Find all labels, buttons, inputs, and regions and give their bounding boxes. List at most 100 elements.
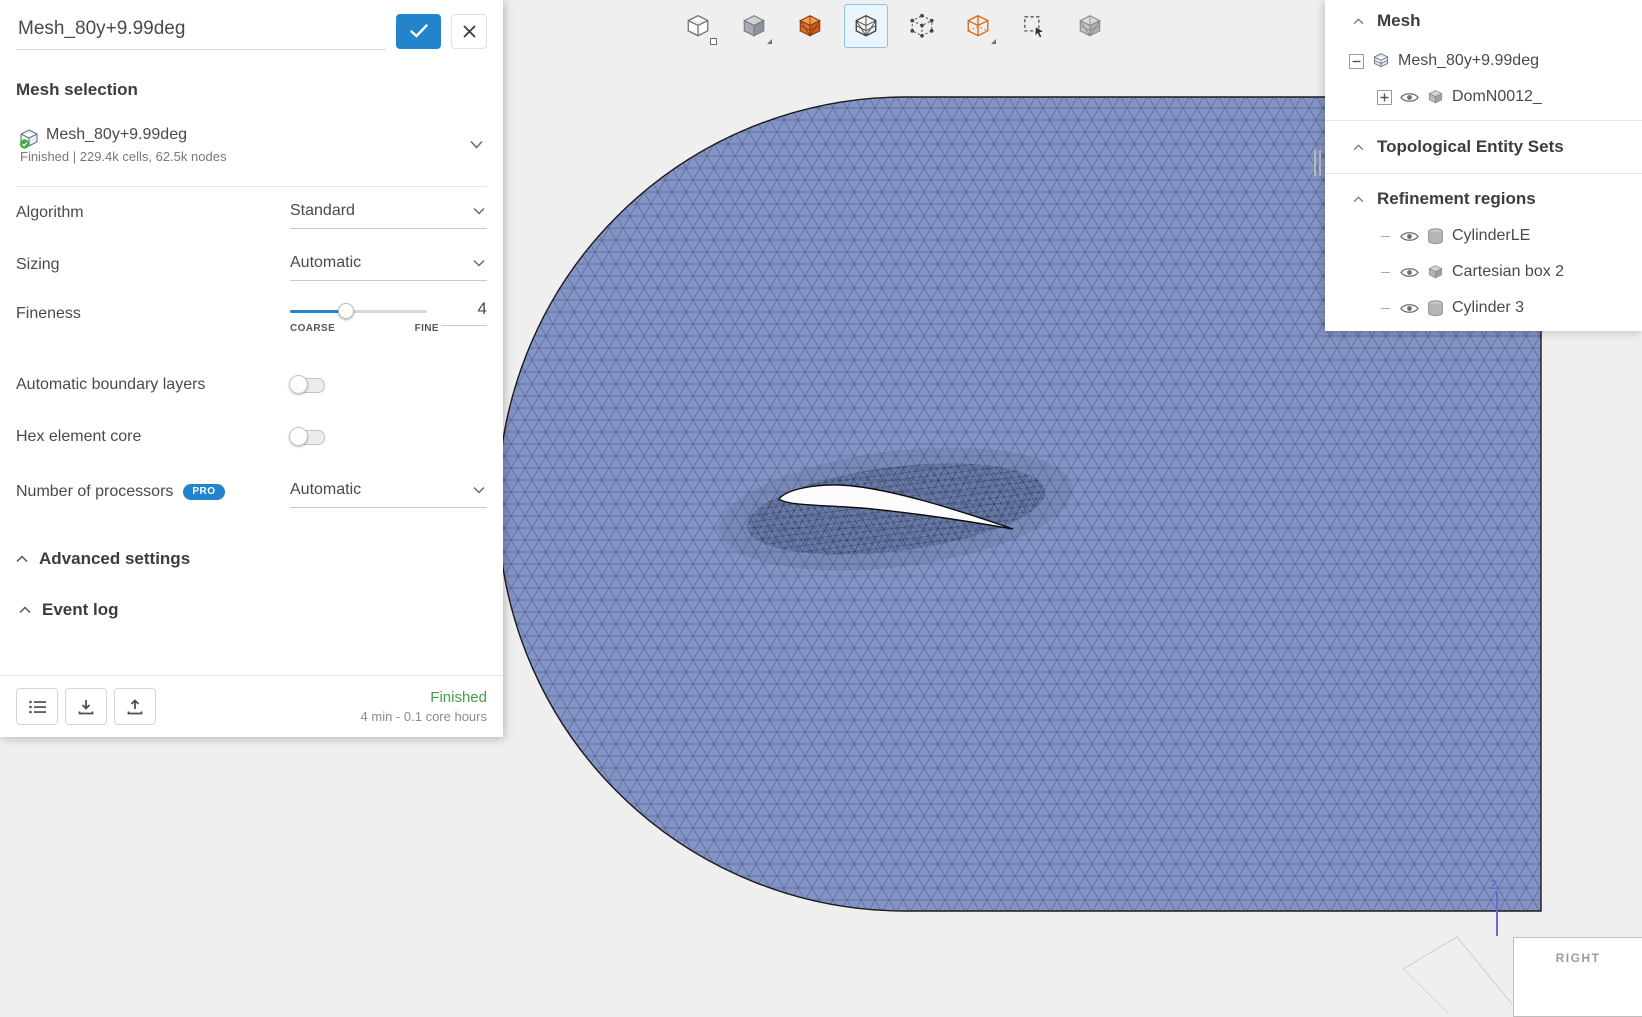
processors-select[interactable]: Automatic: [290, 476, 487, 508]
tree-header-topological[interactable]: Topological Entity Sets: [1325, 127, 1642, 167]
tree-connector: [1381, 272, 1390, 273]
close-button[interactable]: [451, 14, 487, 49]
processors-row: Number of processors PRO Automatic: [16, 463, 487, 521]
tree-header-mesh[interactable]: Mesh: [1325, 0, 1642, 42]
solid-cube-icon: [1427, 89, 1444, 106]
mesh-cube-icon: [1372, 52, 1390, 70]
region-label: CylinderLE: [1452, 227, 1530, 245]
surface-mesh-edges-view-button[interactable]: [844, 4, 888, 48]
hex-core-row: Hex element core: [16, 411, 487, 463]
download-button[interactable]: [65, 688, 107, 725]
orientation-cube-edges: [1403, 937, 1512, 1004]
advanced-settings-toggle[interactable]: Advanced settings: [16, 549, 487, 569]
visibility-eye-icon[interactable]: [1400, 302, 1419, 315]
event-log-label: Event log: [42, 600, 119, 620]
box-select-icon: [1021, 13, 1047, 39]
region-label: Cylinder 3: [1452, 299, 1524, 317]
mesh-item-meta: Finished | 229.4k cells, 62.5k nodes: [20, 149, 226, 164]
download-icon: [78, 699, 94, 715]
algorithm-label: Algorithm: [16, 204, 84, 222]
confirm-button[interactable]: [396, 14, 441, 49]
algorithm-value: Standard: [290, 202, 355, 220]
sizing-select[interactable]: Automatic: [290, 249, 487, 281]
algorithm-row: Algorithm Standard: [16, 187, 487, 239]
chevron-down-icon: [473, 259, 485, 267]
orientation-cube-edge: [1403, 969, 1449, 1014]
fineness-control: COARSE FINE 4: [290, 299, 487, 333]
expand-plus-icon[interactable]: [1377, 90, 1392, 105]
chevron-up-icon: [1353, 144, 1364, 151]
event-log-button[interactable]: [16, 688, 58, 725]
tree-item-region[interactable]: Cartesian box 2: [1325, 254, 1642, 290]
sizing-row: Sizing Automatic: [16, 239, 487, 291]
fineness-slider-knob[interactable]: [338, 303, 354, 319]
tree-item-label: DomN0012_: [1452, 88, 1542, 106]
refinement-header-label: Refinement regions: [1377, 189, 1536, 209]
advanced-settings-label: Advanced settings: [39, 549, 190, 569]
viewport-toolbar: [676, 3, 1112, 49]
mesh-quality-view-button[interactable]: [1068, 4, 1112, 48]
chevron-up-icon: [1353, 18, 1364, 25]
node-view-button[interactable]: [900, 4, 944, 48]
processors-label-text: Number of processors: [16, 483, 173, 501]
algorithm-select[interactable]: Standard: [290, 197, 487, 229]
node-view-icon: [909, 13, 935, 39]
mesh-selection-item[interactable]: Mesh_80y+9.99deg Finished | 229.4k cells…: [16, 126, 487, 187]
mesh-name-input[interactable]: [16, 12, 386, 50]
collapse-minus-icon[interactable]: [1349, 54, 1364, 69]
surface-mesh-view-icon: [797, 13, 823, 39]
fineness-label: Fineness: [16, 305, 81, 323]
toggle-knob: [289, 427, 308, 446]
mesh-header-label: Mesh: [1377, 11, 1420, 31]
visibility-eye-icon[interactable]: [1400, 266, 1419, 279]
visibility-eye-icon[interactable]: [1400, 230, 1419, 243]
surface-mesh-edges-view-icon: [853, 13, 879, 39]
boundary-layers-toggle[interactable]: [290, 378, 325, 393]
chevron-up-icon: [19, 606, 31, 614]
cylinder-icon: [1427, 300, 1444, 317]
panel-footer: Finished 4 min - 0.1 core hours: [0, 675, 503, 737]
event-log-toggle[interactable]: Event log: [16, 600, 487, 620]
orientation-cube-face[interactable]: RIGHT: [1513, 937, 1642, 1017]
wireframe-view-button[interactable]: [956, 4, 1000, 48]
tree-item-mesh[interactable]: Mesh_80y+9.99deg: [1325, 42, 1642, 80]
surface-mesh-view-button[interactable]: [788, 4, 832, 48]
toggle-knob: [289, 375, 308, 394]
coarse-label: COARSE: [290, 323, 335, 334]
boundary-layers-label: Automatic boundary layers: [16, 376, 205, 394]
processors-label: Number of processors PRO: [16, 483, 225, 501]
mesh-item-text: Mesh_80y+9.99deg Finished | 229.4k cells…: [46, 126, 226, 164]
tree-item-domain[interactable]: DomN0012_: [1325, 80, 1642, 114]
upload-button[interactable]: [114, 688, 156, 725]
wireframe-view-icon: [965, 13, 991, 39]
fineness-slider-labels: COARSE FINE: [290, 323, 439, 334]
fineness-value-input[interactable]: 4: [441, 299, 487, 326]
hex-core-label: Hex element core: [16, 428, 141, 446]
solid-view-button[interactable]: [676, 4, 720, 48]
pro-badge: PRO: [183, 484, 224, 500]
sizing-label: Sizing: [16, 256, 60, 274]
chevron-down-icon: [473, 486, 485, 494]
sizing-value: Automatic: [290, 254, 361, 272]
status-text: Finished: [361, 689, 487, 706]
run-status: Finished 4 min - 0.1 core hours: [361, 689, 487, 724]
tree-item-region[interactable]: CylinderLE: [1325, 218, 1642, 254]
box-icon: [1427, 264, 1444, 281]
mesh-item-name: Mesh_80y+9.99deg: [46, 126, 226, 144]
fineness-slider-track[interactable]: [290, 310, 427, 313]
fineness-row: Fineness COARSE FINE 4: [16, 291, 487, 359]
tree-header-refinement[interactable]: Refinement regions: [1325, 180, 1642, 218]
hex-core-toggle[interactable]: [290, 430, 325, 445]
translucent-view-button[interactable]: [732, 4, 776, 48]
panel-title-row: [16, 12, 487, 50]
mesh-selection-heading: Mesh selection: [16, 80, 487, 100]
mesh-quality-view-icon: [1077, 13, 1103, 39]
panel-resize-handle[interactable]: [1313, 150, 1322, 176]
fine-label: FINE: [415, 323, 439, 334]
tree-item-region[interactable]: Cylinder 3: [1325, 290, 1642, 326]
check-icon: [410, 24, 428, 38]
visibility-eye-icon[interactable]: [1400, 91, 1419, 104]
box-select-button[interactable]: [1012, 4, 1056, 48]
fineness-slider[interactable]: COARSE FINE: [290, 303, 427, 333]
topological-header-label: Topological Entity Sets: [1377, 137, 1564, 157]
